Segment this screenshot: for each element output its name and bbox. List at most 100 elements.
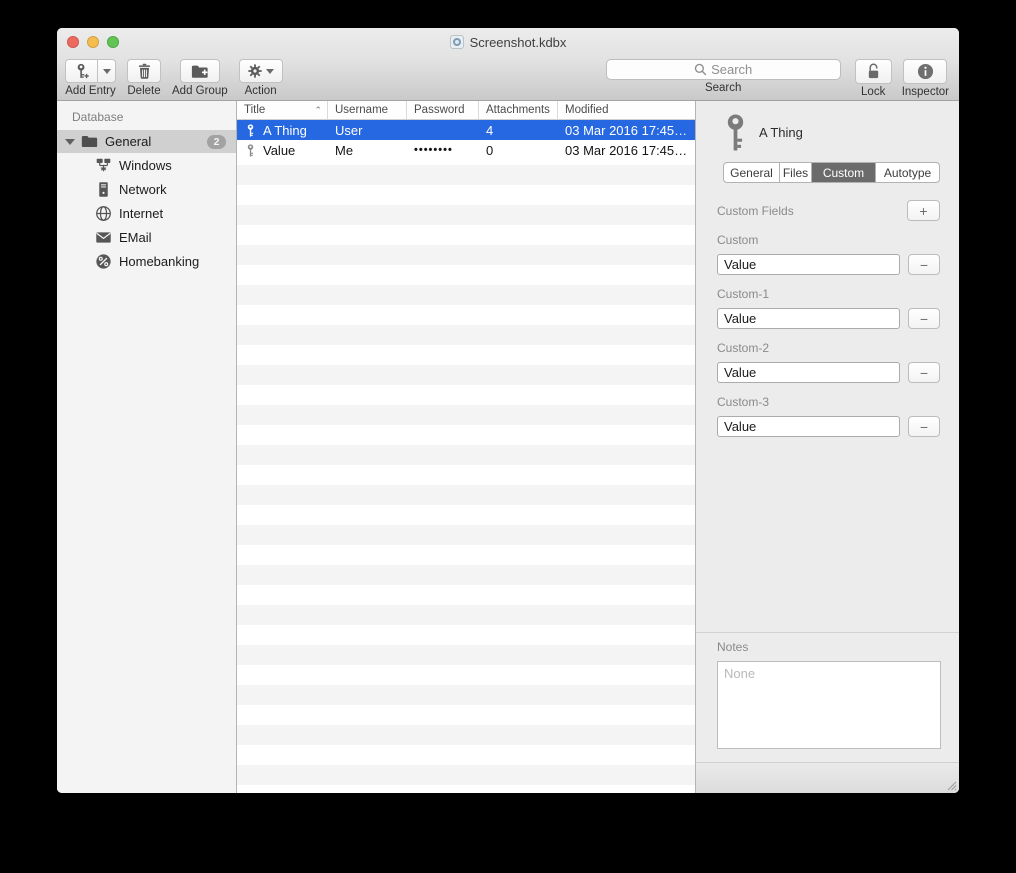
titlebar: Screenshot.kdbx [57,28,959,56]
inspector-entry-title: A Thing [759,125,803,140]
table-row[interactable]: Value Me •••••••• 0 03 Mar 2016 17:45… [237,140,695,160]
notes-textarea[interactable] [717,661,941,749]
tab-custom[interactable]: Custom [812,163,876,182]
tab-general[interactable]: General [724,163,780,182]
action-button[interactable] [239,59,283,83]
inspector-tabs: General Files Custom Autotype [723,162,940,183]
envelope-icon [95,229,112,246]
column-header-password[interactable]: Password [407,101,479,119]
table-row[interactable]: A Thing User 4 03 Mar 2016 17:45… [237,120,695,140]
search-label: Search [705,82,741,94]
zoom-window-button[interactable] [107,36,119,48]
close-window-button[interactable] [67,36,79,48]
tab-files[interactable]: Files [780,163,812,182]
custom-field-label: Custom-3 [717,395,940,409]
column-header-username[interactable]: Username [328,101,407,119]
disclosure-triangle-icon[interactable] [65,139,75,145]
folder-plus-icon [191,64,209,79]
window-header: Screenshot.kdbx [57,28,959,101]
globe-icon [95,205,112,222]
search-input[interactable]: Search [606,59,841,80]
toolbar: Add Entry Delete [57,56,959,101]
sidebar-section-header: Database [57,107,236,130]
group-sidebar: Database General 2 [57,101,237,793]
trash-icon [137,63,152,79]
sidebar-item-label: Network [119,182,167,197]
add-entry-label: Add Entry [65,85,116,97]
sidebar-item-label: General [105,134,151,149]
tab-autotype[interactable]: Autotype [876,163,939,182]
remove-custom-field-button[interactable]: − [908,362,940,383]
document-proxy-icon [450,35,464,49]
lock-button[interactable] [855,59,892,84]
entry-count-badge: 2 [207,135,226,149]
key-icon [244,144,257,157]
add-group-button[interactable] [180,59,220,83]
add-entry-dropdown-button[interactable] [98,59,116,83]
notes-label: Notes [717,640,959,654]
chevron-down-icon [266,69,274,74]
inspector-button[interactable] [903,59,947,84]
key-plus-icon [73,63,90,80]
cell-title: A Thing [263,123,307,138]
cell-modified: 03 Mar 2016 17:45… [558,143,695,158]
custom-field-label: Custom [717,233,940,247]
delete-button[interactable] [127,59,161,83]
custom-field-label: Custom-1 [717,287,940,301]
inspector-panel: A Thing General Files Custom Autotype Cu… [695,101,959,793]
custom-field-value-input[interactable] [717,254,900,275]
cell-attachments: 0 [479,143,558,158]
remove-custom-field-button[interactable]: − [908,254,940,275]
resize-grip[interactable] [946,780,957,791]
sidebar-item-network[interactable]: Network [57,177,236,201]
custom-field-label: Custom-2 [717,341,940,355]
network-computers-icon [95,157,112,174]
folder-icon [81,133,98,150]
add-custom-field-button[interactable]: + [907,200,940,221]
key-icon [725,114,746,151]
app-window: Screenshot.kdbx [57,28,959,793]
cell-modified: 03 Mar 2016 17:45… [558,123,695,138]
search-placeholder: Search [711,62,752,77]
inspector-label: Inspector [902,86,949,98]
column-header-title[interactable]: Title ⌃ [237,101,328,119]
key-icon [244,124,257,137]
delete-label: Delete [127,85,160,97]
cell-username: Me [328,143,407,158]
add-group-label: Add Group [172,85,228,97]
notes-section: Notes [696,632,959,754]
sidebar-item-internet[interactable]: Internet [57,201,236,225]
percent-icon [95,253,112,270]
sidebar-item-windows[interactable]: Windows [57,153,236,177]
server-icon [95,181,112,198]
minimize-window-button[interactable] [87,36,99,48]
cell-title: Value [263,143,295,158]
window-title: Screenshot.kdbx [470,35,567,50]
sidebar-item-email[interactable]: EMail [57,225,236,249]
table-empty-area [237,165,695,793]
cell-attachments: 4 [479,123,558,138]
traffic-lights [67,36,119,48]
sidebar-item-label: Windows [119,158,172,173]
sidebar-item-general[interactable]: General 2 [57,130,236,153]
inspector-bottom-bar [696,762,959,793]
sidebar-item-label: EMail [119,230,152,245]
custom-fields-label: Custom Fields [717,204,794,218]
cell-password: •••••••• [407,144,479,156]
entry-table: Title ⌃ Username Password Attachments Mo… [237,101,695,793]
custom-field-value-input[interactable] [717,362,900,383]
sidebar-item-label: Internet [119,206,163,221]
search-icon [694,63,707,76]
sort-ascending-icon: ⌃ [314,105,322,116]
sidebar-item-homebanking[interactable]: Homebanking [57,249,236,273]
info-icon [917,63,934,80]
remove-custom-field-button[interactable]: − [908,416,940,437]
custom-field-value-input[interactable] [717,308,900,329]
chevron-down-icon [103,69,111,74]
column-header-modified[interactable]: Modified [558,101,695,119]
column-header-attachments[interactable]: Attachments [479,101,558,119]
add-entry-button[interactable] [65,59,98,83]
custom-field-value-input[interactable] [717,416,900,437]
remove-custom-field-button[interactable]: − [908,308,940,329]
lock-label: Lock [861,86,885,98]
